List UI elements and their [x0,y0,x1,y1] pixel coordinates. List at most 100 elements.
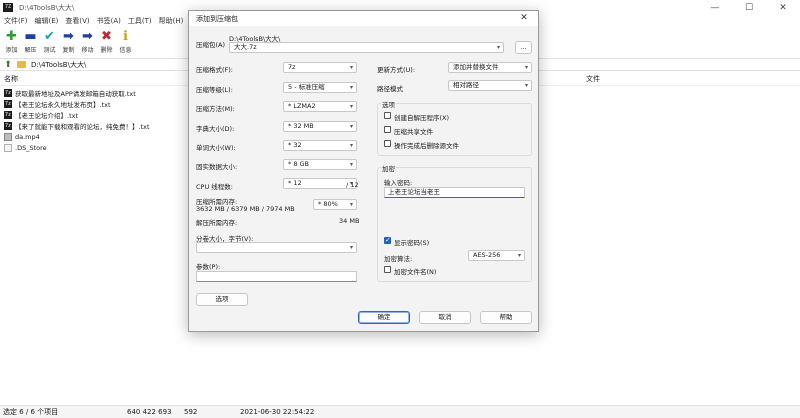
archive-name-combo[interactable]: 大大.7z ▾ [229,42,504,53]
mem-percent-combo[interactable]: * 80% ▾ [313,199,357,210]
file-row[interactable]: 7z 【老王论坛永久地址发布页】.txt [0,98,188,109]
word-combo[interactable]: * 32 ▾ [283,140,357,151]
method-combo[interactable]: * LZMA2 ▾ [283,101,357,112]
arrow-right-icon: ➡ [63,29,74,44]
column-header-name[interactable]: 名称 [4,74,18,84]
toolbar-button-6[interactable]: ℹ 信息 [116,28,135,56]
status-modified: 2021-06-30 22:54:22 [240,408,315,416]
show-password-label: 显示密码(S) [394,239,430,247]
update-value: 添加并替换文件 [453,63,499,71]
menu-edit[interactable]: 编辑(E) [35,16,59,26]
file-row[interactable]: da.mp4 [0,131,188,142]
password-input[interactable]: 上老王论坛当老王 [384,187,525,198]
file-name: da.mp4 [15,132,40,141]
app-icon: 7Z [3,3,13,12]
password-label: 输入密码: [384,179,413,187]
encrypt-names-checkbox[interactable] [384,266,391,273]
dialog-titlebar: 添加到压缩包 ✕ [189,11,538,26]
shared-checkbox[interactable] [384,126,391,133]
options-button[interactable]: 选项 [196,293,248,306]
chevron-down-icon: ▾ [349,64,353,71]
toolbar-button-label: 移动 [81,47,94,54]
encryption-method-label: 加密算法: [384,255,413,263]
info-icon: ℹ [123,29,128,44]
file-name: 获取最新地址及APP请发邮箱自动获取.txt [15,89,136,98]
dict-combo[interactable]: * 32 MB ▾ [283,121,357,132]
maximize-icon: ☐ [744,2,754,13]
level-value: 5 - 标准压缩 [288,83,325,91]
update-combo[interactable]: 添加并替换文件 ▾ [448,62,532,73]
archive-label: 压缩包(A) [196,41,226,49]
close-icon: ✕ [520,13,528,23]
cancel-button[interactable]: 取消 [419,311,471,324]
toolbar-button-4[interactable]: ➡ 移动 [78,28,97,56]
path-input[interactable]: D:\4ToolsB\大大\ [31,60,86,70]
update-label: 更新方式(U): [377,66,416,74]
minimize-button[interactable]: — [698,0,732,15]
chevron-down-icon: ▾ [349,161,353,168]
delete-after-checkbox[interactable] [384,140,391,147]
sfx-checkbox[interactable] [384,112,391,119]
params-label: 参数(P): [196,263,221,271]
params-input[interactable] [196,271,357,282]
pathmode-combo[interactable]: 相对路径 ▾ [448,80,532,91]
chevron-down-icon: ▾ [524,82,528,89]
minus-icon: ▬ [24,29,37,44]
toolbar-button-5[interactable]: ✖ 删除 [97,28,116,56]
solid-value: * 8 GB [288,160,310,168]
dialog-close-button[interactable]: ✕ [510,11,538,26]
close-window-button[interactable]: ✕ [766,0,800,15]
menu-view[interactable]: 查看(V) [65,16,89,26]
status-size: 640 422 693 [127,408,172,416]
toolbar-button-1[interactable]: ▬ 解压 [21,28,40,56]
menu-help[interactable]: 帮助(H) [159,16,184,26]
ok-button[interactable]: 确定 [358,311,410,324]
column-header-type[interactable]: 文件 [586,74,600,84]
file-row[interactable]: 7z 【来了就能下载和观看的论坛，纯免费！】.txt [0,120,188,131]
dict-value: * 32 MB [288,122,314,130]
method-label: 压缩方法(M): [196,105,235,113]
toolbar-button-label: 复制 [62,47,75,54]
toolbar-button-0[interactable]: ✚ 添加 [2,28,21,56]
archive-file-icon: 7z [4,88,12,97]
split-combo[interactable]: ▾ [196,242,357,253]
menu-tools[interactable]: 工具(T) [128,16,152,26]
status-packed: 592 [184,408,198,416]
arrow-right-icon: ➡ [82,29,93,44]
method-value: * LZMA2 [288,102,316,110]
archive-file-icon: 7z [4,110,12,119]
help-button[interactable]: 帮助 [480,311,532,324]
encryption-method-value: AES-256 [473,251,501,259]
word-value: * 32 [288,141,302,149]
menu-file[interactable]: 文件(F) [4,16,28,26]
plus-icon: ✚ [6,29,17,44]
options-group-label: 选项 [381,99,396,109]
dialog-title: 添加到压缩包 [196,14,238,23]
encrypt-names-label: 加密文件名(N) [394,268,437,276]
archive-file-icon: 7z [4,121,12,130]
file-row[interactable]: 7z 获取最新地址及APP请发邮箱自动获取.txt [0,87,188,98]
toolbar-button-2[interactable]: ✔ 测试 [40,28,59,56]
archive-name-value: 大大.7z [234,43,257,51]
file-icon [4,132,12,141]
threads-value: * 12 [288,179,302,187]
file-row[interactable]: .DS_Store [0,142,188,153]
chevron-down-icon: ▾ [349,142,353,149]
browse-button[interactable]: ... [515,41,532,54]
format-combo[interactable]: 7z ▾ [283,62,357,73]
toolbar-button-label: 删除 [100,47,113,54]
mem-value: 3632 MB / 6379 MB / 7974 MB [196,205,295,213]
show-password-checkbox[interactable] [384,236,391,245]
maximize-button[interactable]: ☐ [732,0,766,15]
status-selection: 选定 6 / 6 个项目 [3,408,59,416]
menu-bookmarks[interactable]: 书签(A) [97,16,121,26]
encryption-group-label: 加密 [381,163,396,173]
file-row[interactable]: 7z 【老王论坛介绍】.txt [0,109,188,120]
toolbar-button-3[interactable]: ➡ 复制 [59,28,78,56]
decomp-label: 解压所需内存: [196,219,238,227]
solid-combo[interactable]: * 8 GB ▾ [283,159,357,170]
level-combo[interactable]: 5 - 标准压缩 ▾ [283,82,357,93]
encryption-method-combo[interactable]: AES-256 ▾ [468,250,525,261]
chevron-down-icon: ▾ [349,84,353,91]
up-folder-icon[interactable]: ⬆ [2,59,14,71]
